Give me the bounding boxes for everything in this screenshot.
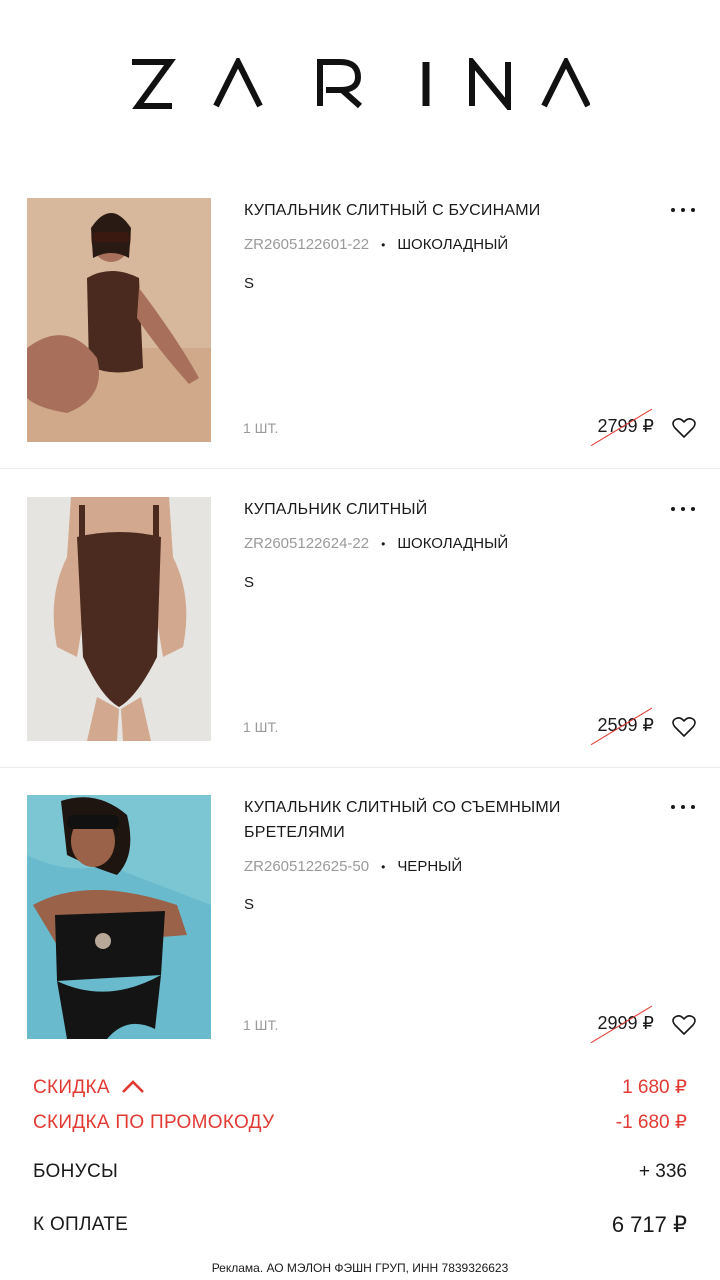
heart-icon[interactable] — [672, 1014, 696, 1036]
product-price: 2599 ₽ — [590, 707, 655, 745]
total-value: 6 717 ₽ — [611, 1212, 687, 1237]
discount-row[interactable]: СКИДКА 1 680 ₽ — [33, 1076, 687, 1099]
product-color: ШОКОЛАДНЫЙ — [397, 236, 509, 253]
product-size: S — [244, 275, 255, 292]
heart-icon[interactable] — [672, 716, 696, 738]
separator-dot: • — [381, 237, 386, 252]
brand-logo — [0, 58, 720, 118]
product-price: 2999 ₽ — [590, 1005, 655, 1043]
item-divider — [0, 468, 720, 469]
more-icon[interactable] — [671, 503, 695, 515]
discount-value: 1 680 ₽ — [622, 1077, 687, 1098]
heart-icon[interactable] — [672, 417, 696, 439]
cart-item[interactable]: КУПАЛЬНИК СЛИТНЫЙ ZR2605122624-22 • ШОКО… — [0, 497, 720, 795]
total-label: К ОПЛАТЕ — [33, 1214, 129, 1235]
discount-label-text: СКИДКА — [33, 1076, 110, 1098]
product-size: S — [244, 574, 255, 591]
product-image[interactable] — [27, 795, 211, 1039]
product-quantity: 1 ШТ. — [243, 1017, 279, 1033]
product-quantity: 1 ШТ. — [243, 719, 279, 735]
product-color: ШОКОЛАДНЫЙ — [397, 535, 509, 552]
product-color: ЧЕРНЫЙ — [397, 858, 463, 875]
bonus-row: БОНУСЫ + 336 — [33, 1161, 687, 1183]
chevron-up-icon[interactable] — [121, 1080, 145, 1094]
product-meta: ZR2605122625-50 • ЧЕРНЫЙ — [244, 858, 462, 875]
price-value: 2799 ₽ — [597, 416, 655, 436]
zarina-wordmark — [132, 58, 590, 110]
promo-discount-value: -1 680 ₽ — [615, 1112, 687, 1133]
cart-item[interactable]: КУПАЛЬНИК СЛИТНЫЙ СО СЪЕМНЫМИ БРЕТЕЛЯМИ … — [0, 795, 720, 1093]
price-value: 2999 ₽ — [597, 1013, 655, 1033]
discount-label[interactable]: СКИДКА — [33, 1077, 145, 1099]
item-divider — [0, 767, 720, 768]
separator-dot: • — [381, 859, 386, 874]
product-meta: ZR2605122624-22 • ШОКОЛАДНЫЙ — [244, 535, 508, 552]
total-row: К ОПЛАТЕ 6 717 ₽ — [33, 1212, 687, 1238]
bonus-value: + 336 — [638, 1161, 687, 1182]
bonus-label: БОНУСЫ — [33, 1161, 119, 1182]
product-title[interactable]: КУПАЛЬНИК СЛИТНЫЙ — [244, 497, 624, 522]
more-icon[interactable] — [671, 801, 695, 813]
product-title[interactable]: КУПАЛЬНИК СЛИТНЫЙ СО СЪЕМНЫМИ БРЕТЕЛЯМИ — [244, 795, 624, 845]
product-title[interactable]: КУПАЛЬНИК СЛИТНЫЙ С БУСИНАМИ — [244, 198, 624, 223]
ad-disclaimer: Реклама. АО МЭЛОН ФЭШН ГРУП, ИНН 7839326… — [211, 1261, 509, 1275]
product-price: 2799 ₽ — [590, 408, 655, 446]
product-sku: ZR2605122601-22 — [244, 236, 370, 253]
promo-discount-row: СКИДКА ПО ПРОМОКОДУ -1 680 ₽ — [33, 1111, 687, 1134]
product-image[interactable] — [27, 497, 211, 741]
price-value: 2599 ₽ — [597, 715, 655, 735]
product-sku: ZR2605122624-22 — [244, 535, 370, 552]
product-size: S — [244, 896, 255, 913]
product-image[interactable] — [27, 198, 211, 442]
product-meta: ZR2605122601-22 • ШОКОЛАДНЫЙ — [244, 236, 508, 253]
product-quantity: 1 ШТ. — [243, 420, 279, 436]
promo-discount-label: СКИДКА ПО ПРОМОКОДУ — [33, 1111, 275, 1133]
separator-dot: • — [381, 536, 386, 551]
product-sku: ZR2605122625-50 — [244, 858, 370, 875]
more-icon[interactable] — [671, 204, 695, 216]
cart-item[interactable]: КУПАЛЬНИК СЛИТНЫЙ С БУСИНАМИ ZR260512260… — [0, 198, 720, 496]
